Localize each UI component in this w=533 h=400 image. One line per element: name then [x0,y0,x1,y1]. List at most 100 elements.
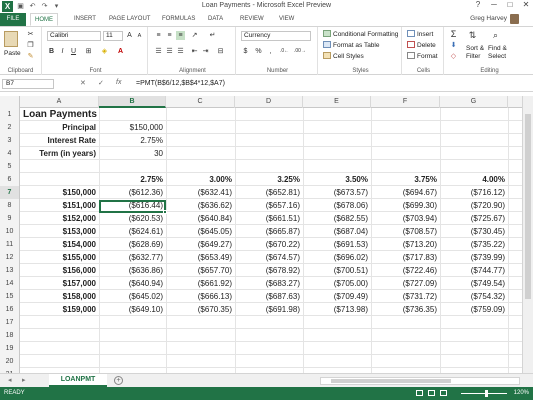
payment-cell[interactable]: ($725.67) [440,212,508,225]
rate-header-cell[interactable]: 3.75% [371,173,440,186]
maximize-icon[interactable]: □ [505,0,515,9]
payment-cell[interactable]: ($620.53) [99,212,166,225]
payment-cell[interactable]: ($645.02) [99,290,166,303]
payment-cell[interactable]: ($682.55) [303,212,371,225]
payment-cell[interactable]: ($657.16) [235,199,303,212]
payment-cell[interactable]: ($700.51) [303,264,371,277]
rate-header-cell[interactable]: 3.50% [303,173,371,186]
rate-header-cell[interactable]: 3.25% [235,173,303,186]
tab-formulas[interactable]: FORMULAS [158,13,199,26]
payment-cell[interactable]: ($666.13) [166,290,235,303]
payment-cell[interactable]: ($640.94) [99,277,166,290]
principal-cell[interactable]: $159,000 [20,303,99,316]
payment-cell[interactable]: ($687.63) [235,290,303,303]
formula-input[interactable]: =PMT(B$6/12,$B$4*12,$A7) [136,78,225,90]
row-header[interactable]: 11 [0,238,20,251]
normal-view-icon[interactable] [416,390,423,396]
principal-cell[interactable]: $150,000 [20,186,99,199]
payment-cell[interactable]: ($683.27) [235,277,303,290]
payment-cell[interactable]: ($722.46) [371,264,440,277]
payment-cell[interactable]: ($691.98) [235,303,303,316]
payment-cell[interactable]: ($674.57) [235,251,303,264]
font-size-select[interactable]: 11 [103,31,123,41]
input-value-cell[interactable]: 30 [99,147,166,160]
principal-cell[interactable]: $151,000 [20,199,99,212]
tab-view[interactable]: VIEW [275,13,298,26]
comma-style-button[interactable]: , [266,47,275,56]
minimize-icon[interactable]: ─ [489,0,499,9]
row-header[interactable]: 17 [0,316,20,329]
payment-cell[interactable]: ($717.83) [371,251,440,264]
column-header-c[interactable]: C [166,96,235,108]
underline-button[interactable]: U [69,47,78,56]
row-header[interactable]: 10 [0,225,20,238]
conditional-formatting-button[interactable]: Conditional Formatting [323,30,398,38]
payment-cell[interactable]: ($640.84) [166,212,235,225]
row-header[interactable]: 16 [0,303,20,316]
payment-cell[interactable]: ($691.53) [303,238,371,251]
row-header[interactable]: 6 [0,173,20,186]
row-header[interactable]: 20 [0,355,20,368]
format-cells-button[interactable]: Format [407,52,438,60]
payment-cell[interactable]: ($649.27) [166,238,235,251]
orientation-icon[interactable]: ↗ [190,31,199,40]
payment-cell[interactable]: ($744.77) [440,264,508,277]
payment-cell[interactable]: ($632.41) [166,186,235,199]
rate-header-cell[interactable]: 2.75% [99,173,166,186]
sort-filter-button[interactable]: Sort & [466,45,484,52]
merge-center-icon[interactable]: ⊟ [216,47,225,56]
horizontal-scrollbar[interactable] [320,377,520,385]
payment-cell[interactable]: ($612.36) [99,186,166,199]
payment-cell[interactable]: ($670.22) [235,238,303,251]
insert-cells-button[interactable]: Insert [407,30,433,38]
name-box[interactable]: B7 [2,79,54,89]
italic-button[interactable]: I [58,47,67,56]
autosum-icon[interactable]: Σ [449,30,458,39]
clear-icon[interactable]: ◇ [449,52,458,61]
payment-cell[interactable]: ($713.98) [303,303,371,316]
payment-cell[interactable]: ($727.09) [371,277,440,290]
align-right-icon[interactable]: ☰ [176,47,185,56]
percent-style-button[interactable]: % [254,47,263,56]
column-header-g[interactable]: G [440,96,508,108]
row-header[interactable]: 13 [0,264,20,277]
principal-cell[interactable]: $156,000 [20,264,99,277]
tab-data[interactable]: DATA [204,13,227,26]
close-icon[interactable]: ✕ [521,0,531,9]
middle-align-icon[interactable]: ≡ [165,31,174,40]
bottom-align-icon[interactable]: ≡ [176,31,185,40]
tab-page-layout[interactable]: PAGE LAYOUT [105,13,154,26]
delete-cells-button[interactable]: Delete [407,41,436,49]
payment-cell[interactable]: ($731.72) [371,290,440,303]
cut-icon[interactable]: ✂ [26,30,35,39]
row-header[interactable]: 2 [0,121,20,134]
add-sheet-icon[interactable]: + [114,376,123,385]
principal-cell[interactable]: $154,000 [20,238,99,251]
principal-cell[interactable]: $158,000 [20,290,99,303]
payment-cell[interactable]: ($708.57) [371,225,440,238]
payment-cell[interactable]: ($696.02) [303,251,371,264]
column-header-a[interactable]: A [20,96,99,108]
row-header[interactable]: 8 [0,199,20,212]
copy-icon[interactable]: ❐ [26,41,35,50]
grow-font-icon[interactable]: A [125,31,134,40]
zoom-level[interactable]: 120% [514,387,529,400]
row-header[interactable]: 14 [0,277,20,290]
rate-header-cell[interactable]: 4.00% [440,173,508,186]
payment-cell[interactable]: ($759.09) [440,303,508,316]
prev-sheet-icon[interactable]: ◂ [8,376,12,384]
column-header-e[interactable]: E [303,96,371,108]
row-header[interactable]: 15 [0,290,20,303]
fill-color-icon[interactable]: ◈ [100,47,109,56]
principal-cell[interactable]: $155,000 [20,251,99,264]
help-icon[interactable]: ? [473,0,483,9]
payment-cell[interactable]: ($703.94) [371,212,440,225]
payment-cell[interactable]: ($649.10) [99,303,166,316]
cell-styles-button[interactable]: Cell Styles [323,52,364,60]
principal-cell[interactable]: $153,000 [20,225,99,238]
payment-cell[interactable]: ($694.67) [371,186,440,199]
format-as-table-button[interactable]: Format as Table [323,41,379,49]
input-label-cell[interactable]: Principal [20,121,99,134]
paste-icon[interactable] [4,31,18,47]
payment-cell[interactable]: ($645.05) [166,225,235,238]
